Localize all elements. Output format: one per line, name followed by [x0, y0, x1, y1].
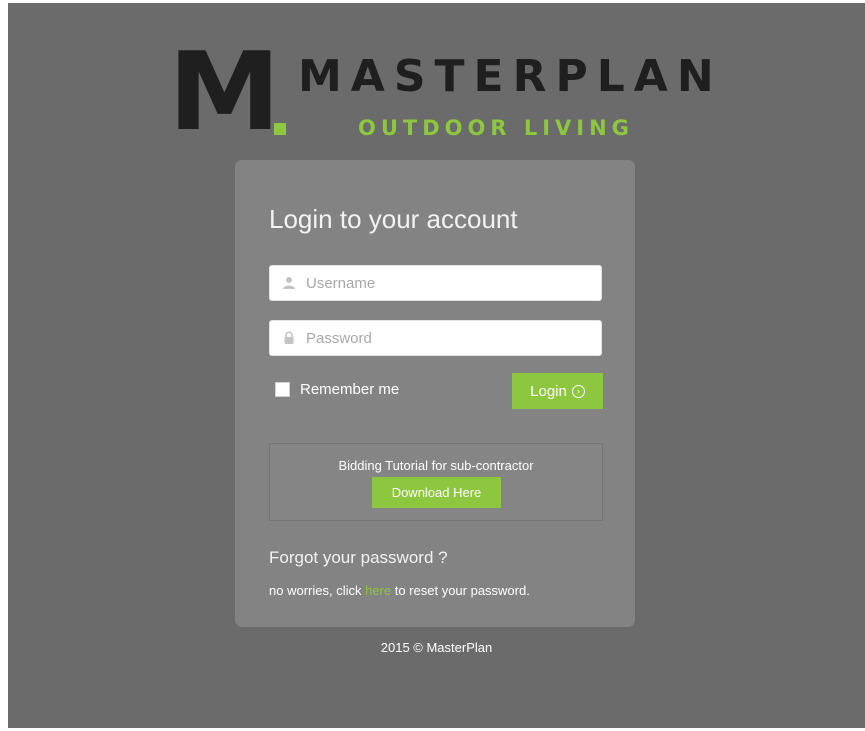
remember-me-checkbox[interactable]: [275, 382, 290, 397]
masterplan-logo: M MASTERPLAN OUTDOOR LIVING: [168, 30, 728, 155]
login-panel: Login to your account Remember me Login …: [235, 160, 635, 627]
reset-password-link[interactable]: here: [365, 583, 391, 598]
lock-icon: [284, 331, 294, 344]
logo-brand-name: MASTERPLAN: [298, 51, 723, 102]
logo-green-square: [274, 123, 286, 135]
arrow-circle-right-icon: ›: [571, 384, 585, 398]
login-button-label: Login: [530, 382, 567, 400]
download-tutorial-button[interactable]: Download Here: [372, 477, 501, 508]
username-field[interactable]: [269, 265, 602, 301]
forgot-text-after: to reset your password.: [391, 583, 530, 598]
remember-me[interactable]: Remember me: [275, 381, 399, 398]
forgot-password-title: Forgot your password ?: [269, 548, 448, 567]
login-title: Login to your account: [269, 204, 518, 234]
password-input[interactable]: [306, 321, 596, 355]
logo-mark: M: [168, 30, 281, 155]
bidding-tutorial-text: Bidding Tutorial for sub-contractor: [338, 458, 534, 473]
bidding-tutorial-box: Bidding Tutorial for sub-contractor Down…: [269, 443, 603, 521]
forgot-text-before: no worries, click: [269, 583, 366, 598]
copyright-footer: 2015 © MasterPlan: [380, 640, 493, 655]
login-button[interactable]: Login ›: [512, 373, 603, 409]
remember-me-label: Remember me: [300, 381, 400, 398]
forgot-password-text: no worries, click here to reset your pas…: [269, 583, 530, 598]
logo-tagline: OUTDOOR LIVING: [358, 116, 634, 140]
user-icon: [283, 277, 295, 289]
password-field[interactable]: [269, 320, 602, 356]
username-input[interactable]: [306, 266, 596, 300]
page-background: M MASTERPLAN OUTDOOR LIVING Login to you…: [8, 3, 865, 728]
